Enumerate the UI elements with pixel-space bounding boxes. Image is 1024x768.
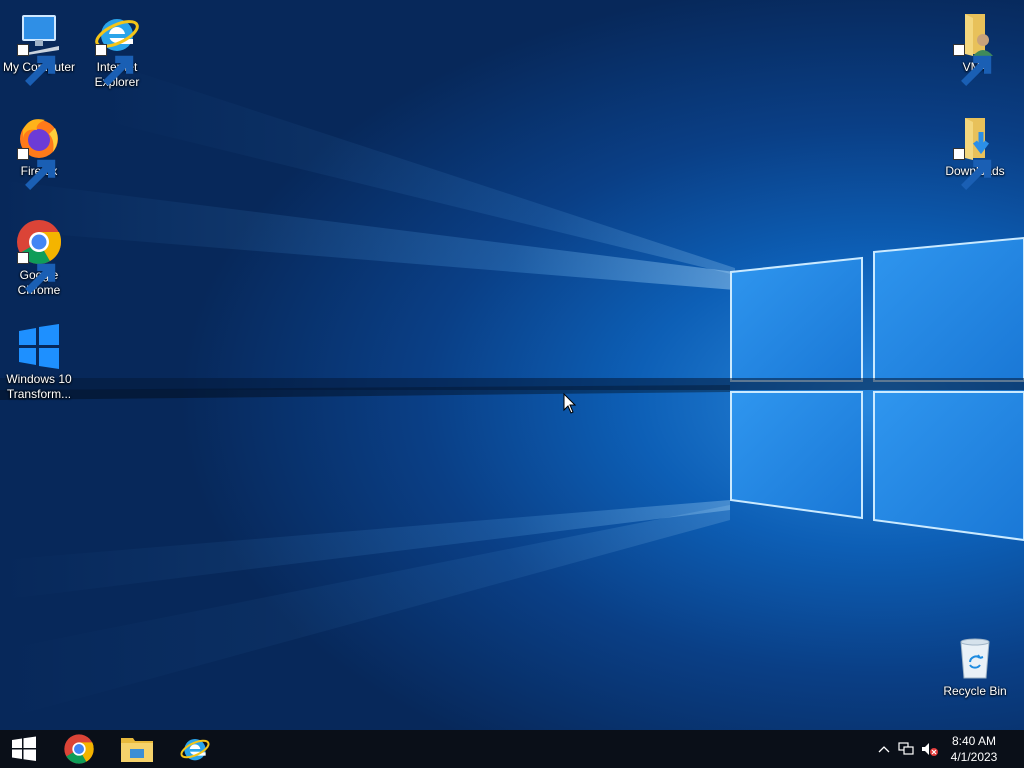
taskbar: 8:40 AM 4/1/2023 <box>0 730 1024 768</box>
desktop-icon-recycle-bin[interactable]: Recycle Bin <box>936 630 1014 699</box>
desktop-icon-downloads[interactable]: Downloads <box>936 110 1014 190</box>
taskbar-internet-explorer[interactable] <box>171 730 219 768</box>
desktop[interactable]: My Computer Internet Explorer Firefox Go… <box>0 0 1024 730</box>
shortcut-arrow-icon <box>953 148 992 190</box>
desktop-icon-firefox[interactable]: Firefox <box>0 110 78 190</box>
downloads-folder-icon <box>951 114 999 190</box>
shortcut-arrow-icon <box>95 44 134 86</box>
clock-time: 8:40 AM <box>951 734 997 748</box>
desktop-icon-label: Recycle Bin <box>943 684 1007 698</box>
show-hidden-icons-button[interactable] <box>876 741 892 757</box>
chrome-icon <box>15 218 63 294</box>
desktop-icon-label: Windows 10 Transform... <box>6 372 72 401</box>
chrome-icon <box>64 734 94 764</box>
start-button[interactable] <box>0 730 48 768</box>
file-explorer-icon <box>121 738 153 762</box>
computer-icon <box>15 10 63 86</box>
volume-button[interactable] <box>921 741 939 757</box>
desktop-icon-google-chrome[interactable]: Google Chrome <box>0 214 78 298</box>
taskbar-chrome[interactable] <box>55 730 103 768</box>
windows-start-icon <box>12 736 36 761</box>
desktop-icon-vm4[interactable]: VM4 <box>936 6 1014 86</box>
wallpaper <box>0 60 1024 720</box>
desktop-icon-windows-10-transform[interactable]: Windows 10 Transform... <box>0 318 78 402</box>
network-icon <box>898 742 914 755</box>
user-folder-icon <box>951 10 999 86</box>
chevron-up-icon <box>878 746 890 753</box>
volume-muted-icon <box>922 743 938 756</box>
internet-explorer-icon <box>180 739 210 761</box>
shortcut-arrow-icon <box>953 44 992 86</box>
firefox-icon <box>15 114 63 190</box>
shortcut-arrow-icon <box>17 44 56 86</box>
desktop-icon-my-computer[interactable]: My Computer <box>0 6 78 86</box>
taskbar-file-explorer[interactable] <box>113 730 161 768</box>
mouse-pointer-icon <box>563 393 577 414</box>
windows-logo-icon <box>15 322 63 370</box>
network-status-button[interactable] <box>897 741 915 757</box>
desktop-icon-internet-explorer[interactable]: Internet Explorer <box>78 6 156 90</box>
clock-date: 4/1/2023 <box>950 750 998 764</box>
recycle-bin-icon <box>951 634 999 682</box>
taskbar-clock[interactable]: 8:40 AM 4/1/2023 <box>944 733 1004 765</box>
shortcut-arrow-icon <box>17 252 56 294</box>
shortcut-arrow-icon <box>17 148 56 190</box>
internet-explorer-icon <box>93 10 141 86</box>
